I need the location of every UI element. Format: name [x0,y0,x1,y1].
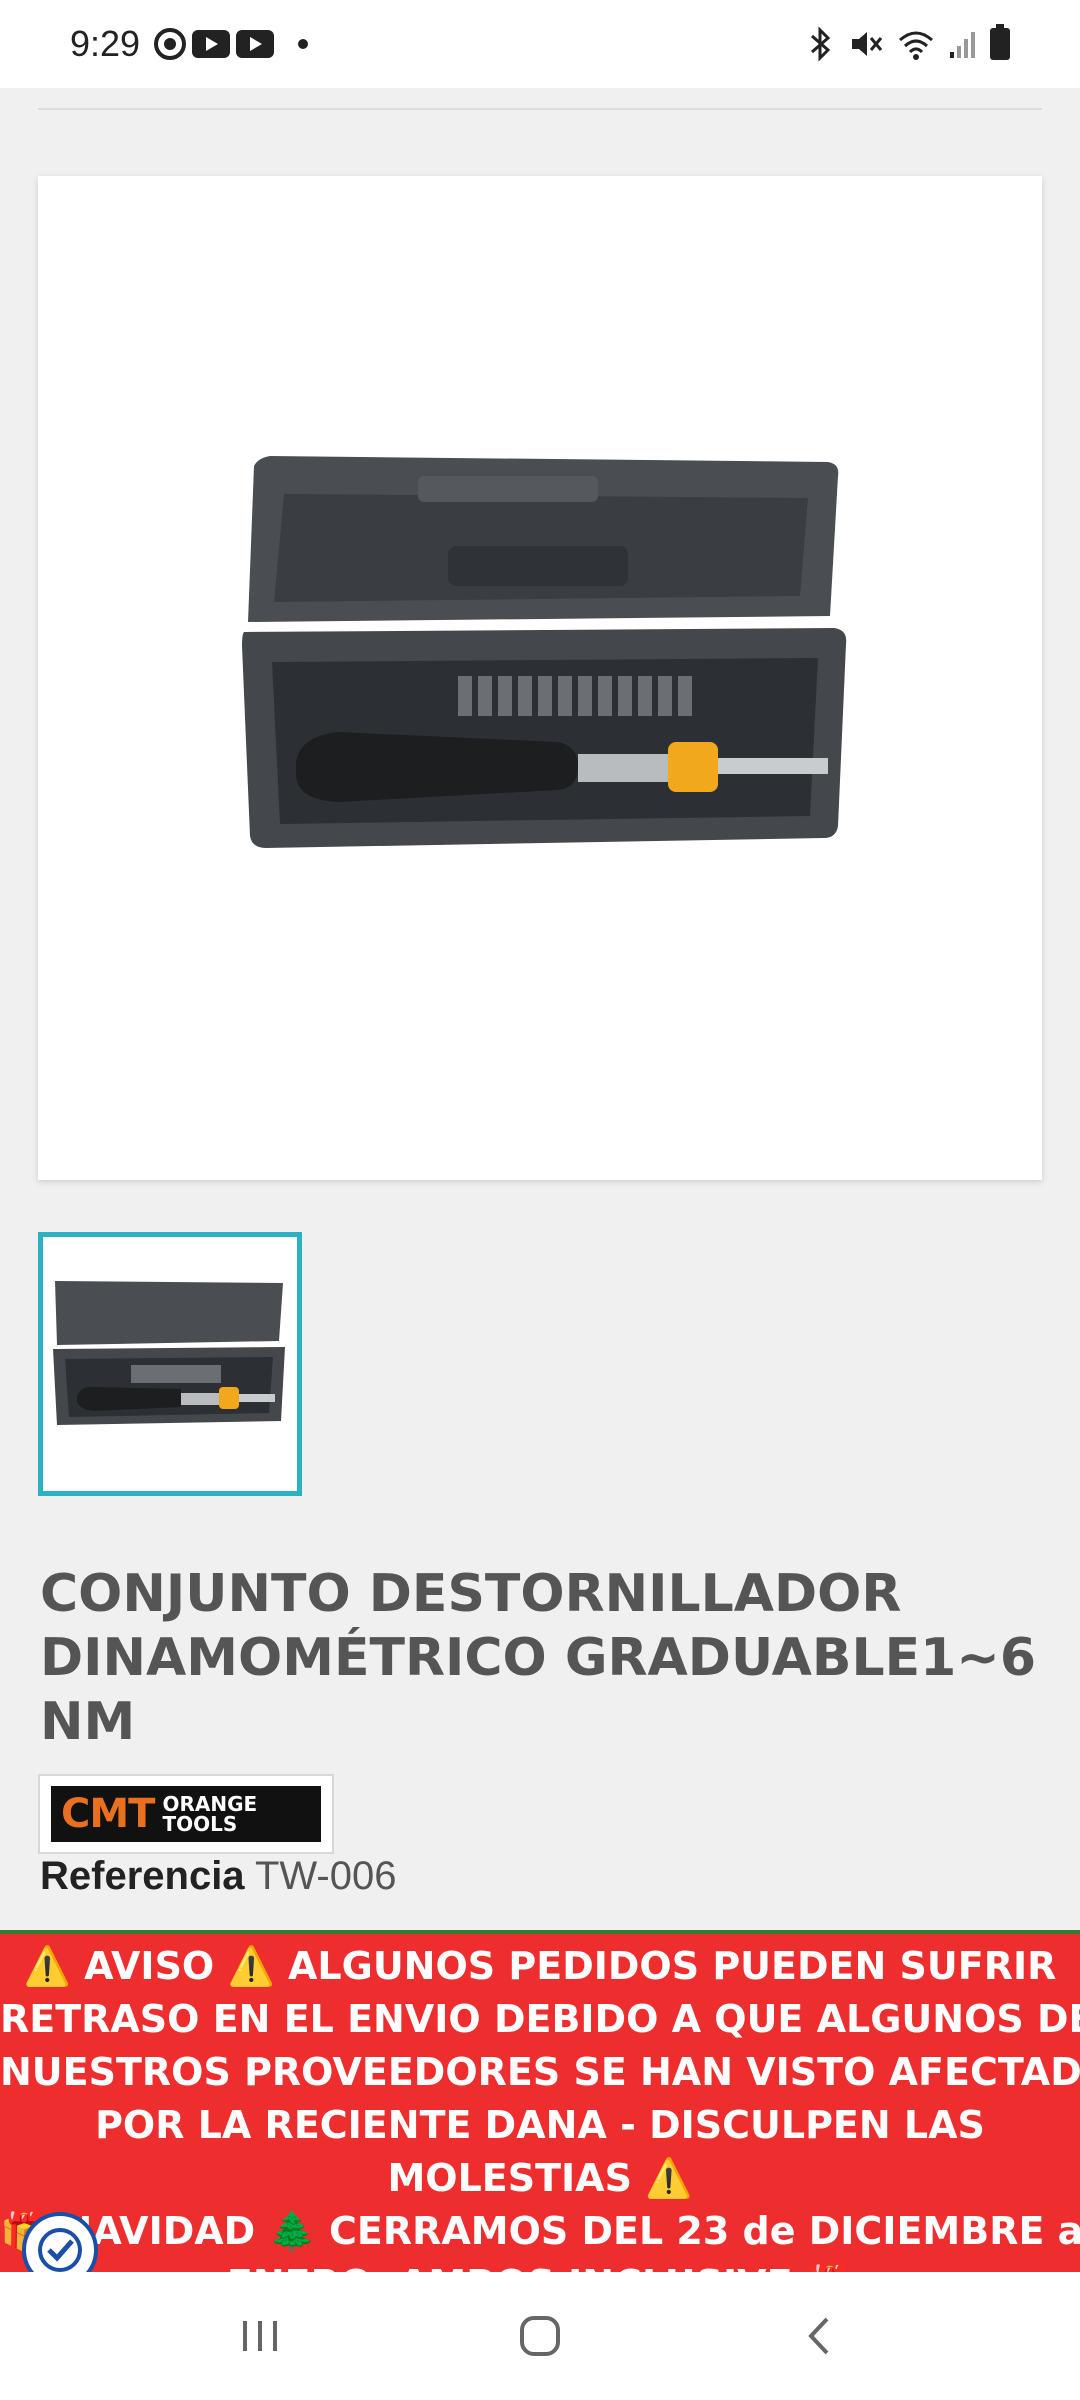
notice-line: ⚠️ AVISO ⚠️ ALGUNOS PEDIDOS PUEDEN SUFRI… [23,1944,1057,1988]
reference-label: Referencia [40,1854,245,1898]
notice-line: ENERO, AMBOS INCLUSIVE 🎁 [0,2258,1080,2272]
product-thumbnail[interactable] [38,1232,302,1496]
youtube-icon [192,30,231,58]
brand-subtitle: ORANGE TOOLS [162,1794,257,1834]
checkmark-icon [38,2228,82,2272]
battery-icon [990,24,1010,60]
toolkit-case-image [242,456,847,848]
status-bar: 9:29 [0,0,1080,88]
signal-icon [950,32,975,58]
product-title: CONJUNTO DESTORNILLADOR DINAMOMÉTRICO GR… [40,1564,1037,1752]
header-divider [38,88,1042,110]
wifi-icon [899,31,933,60]
brand-name: CMT [61,1791,155,1837]
system-nav-bar [0,2272,1080,2400]
home-button[interactable] [500,2296,580,2376]
notice-line: MOLESTIAS ⚠️ [387,2156,693,2200]
product-reference: Referencia TW-006 [40,1854,396,1899]
home-icon [520,2316,560,2356]
dot-icon [298,39,309,49]
status-time: 9:29 [70,23,141,64]
brand-logo[interactable]: CMT ORANGE TOOLS [38,1774,334,1854]
toolkit-thumbnail-image [53,1281,285,1425]
mute-icon [852,32,883,56]
bluetooth-icon [811,26,831,62]
back-icon [808,2317,829,2355]
circle-icon [154,28,187,60]
product-main-image[interactable] [38,176,1042,1180]
recents-button[interactable] [220,2296,300,2376]
notice-line: RETRASO EN EL ENVIO DEBIDO A QUE ALGUNOS… [0,1997,1080,2041]
back-button[interactable] [780,2296,860,2376]
reference-value: TW-006 [254,1854,397,1898]
notice-line: 🎁 NAVIDAD 🌲 CERRAMOS DEL 23 de DICIEMBRE… [0,2209,1080,2253]
status-right-icons [806,24,1010,62]
notice-banner: ⚠️ AVISO ⚠️ ALGUNOS PEDIDOS PUEDEN SUFRI… [0,1930,1080,2272]
brand-sub-line2: TOOLS [162,1812,238,1836]
status-left-icons [154,28,309,60]
brand-logo-inner: CMT ORANGE TOOLS [51,1786,321,1842]
recents-icon [243,2321,277,2351]
youtube-icon [236,30,275,58]
notice-line: POR LA RECIENTE DANA - DISCULPEN LAS [95,2103,985,2147]
brand-sub-line1: ORANGE [162,1792,258,1816]
notice-line: NUESTROS PROVEEDORES SE HAN VISTO AFECTA… [0,2050,1080,2094]
